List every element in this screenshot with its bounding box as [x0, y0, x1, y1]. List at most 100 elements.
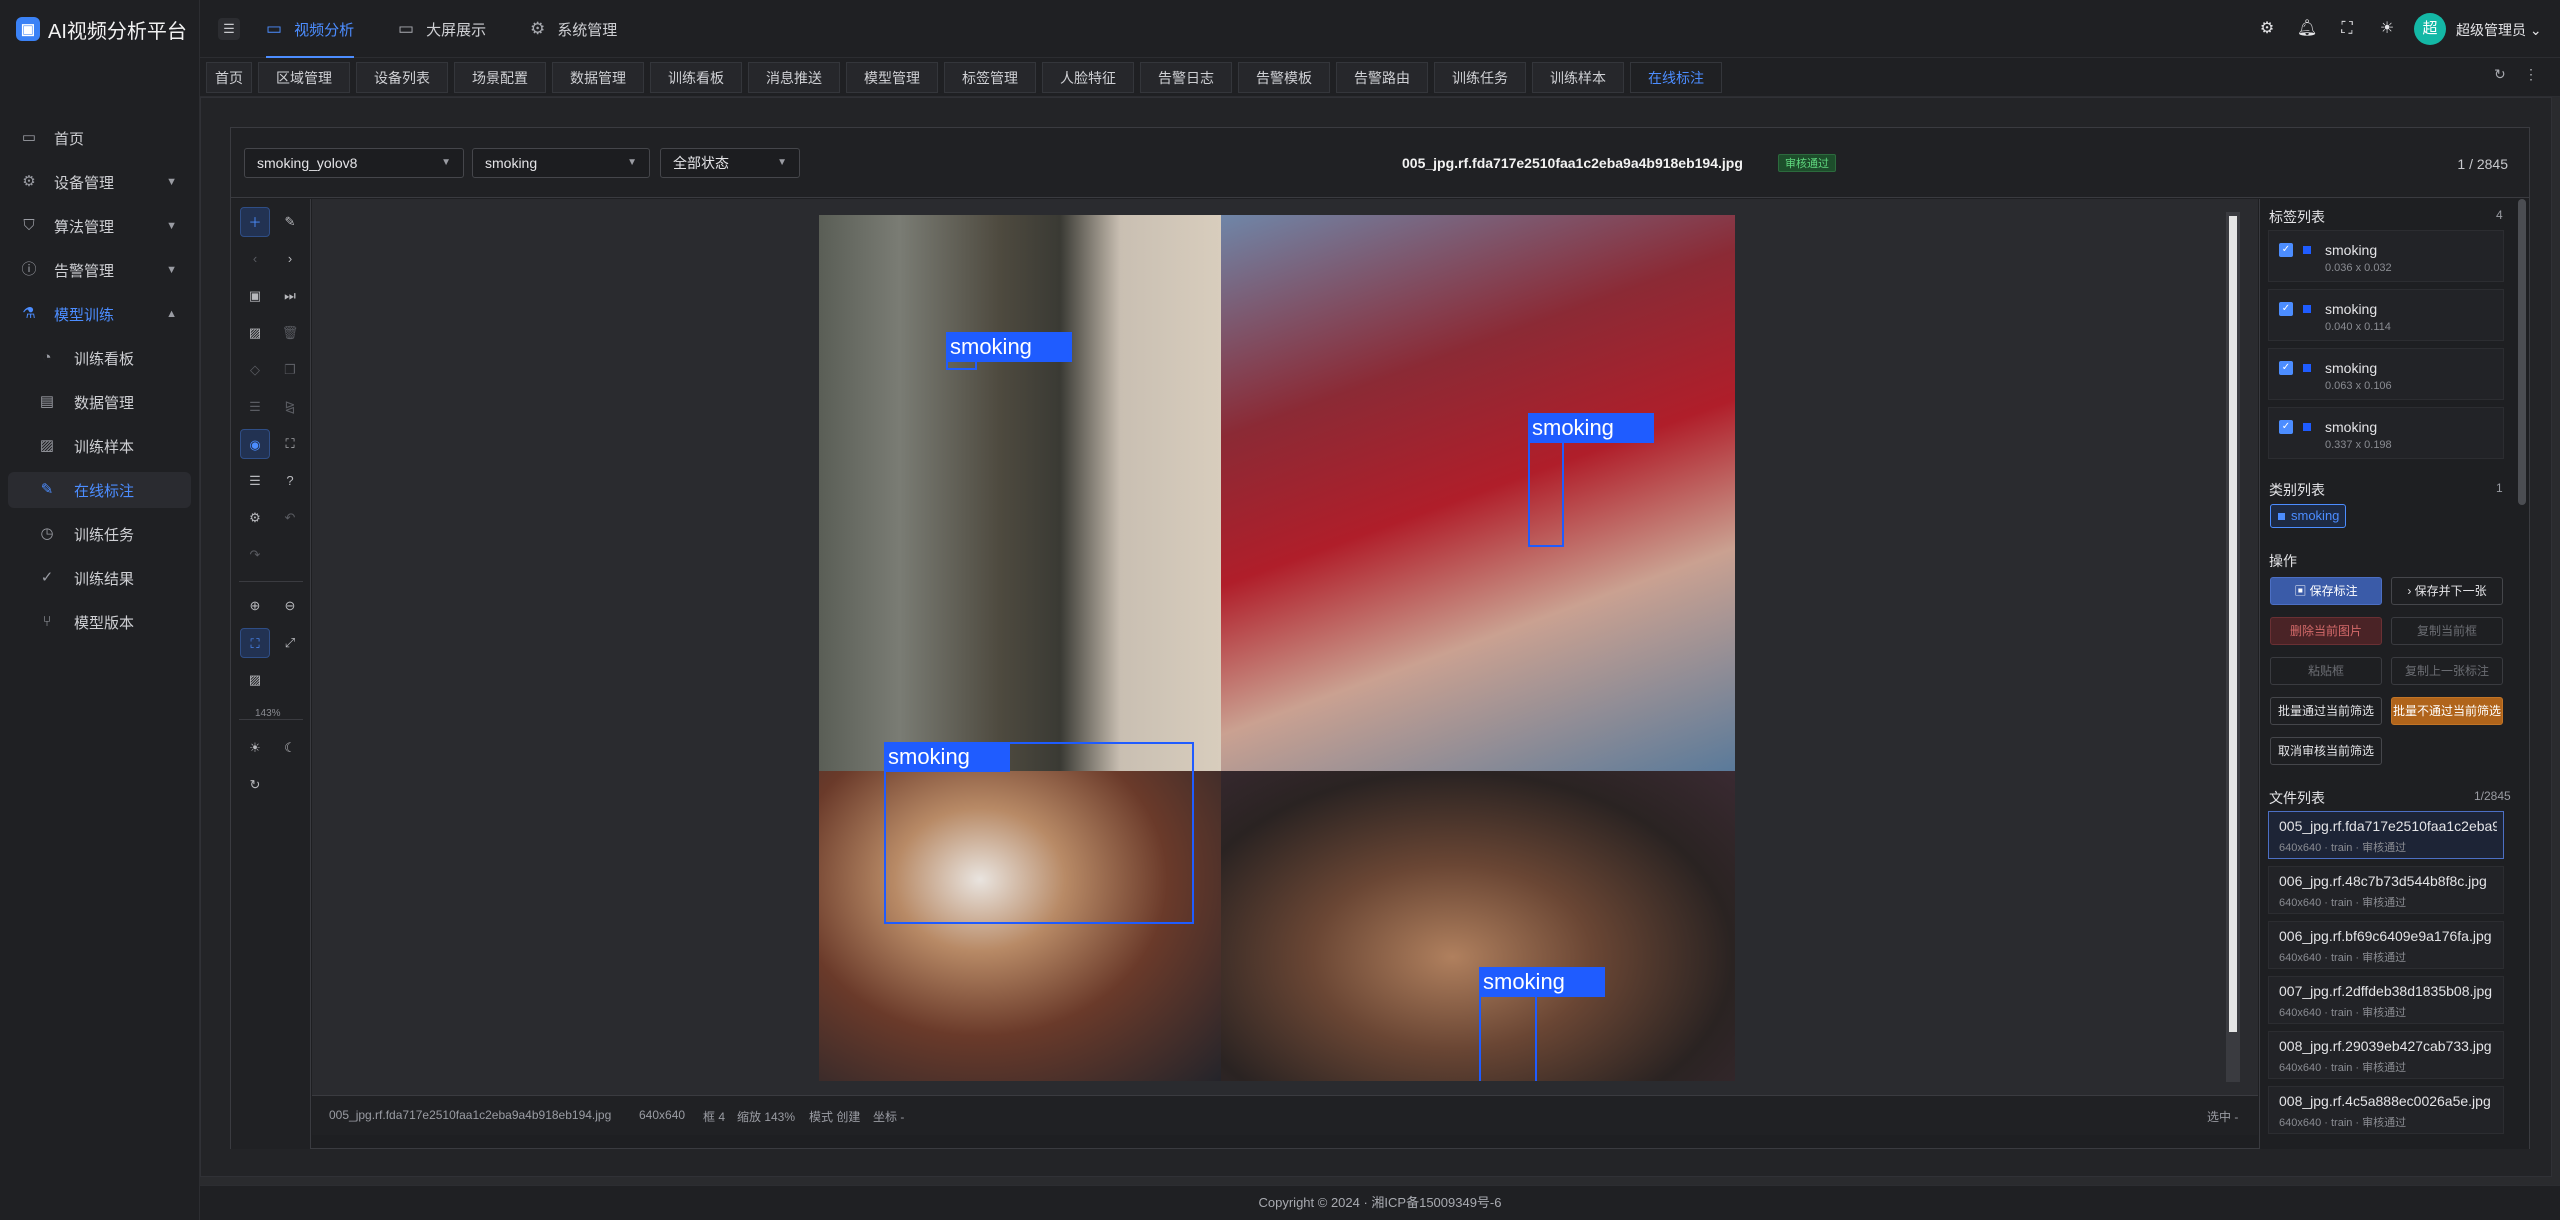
sidebar-item-home[interactable]: ▭ 首页: [8, 120, 191, 156]
tab-data-management[interactable]: 数据管理: [552, 62, 644, 93]
batch-fail-button[interactable]: 批量不通过当前筛选: [2391, 697, 2503, 725]
sidebar-item-online-annotation[interactable]: ✎ 在线标注: [8, 472, 191, 508]
dark-mode-icon[interactable]: ☾: [275, 733, 305, 763]
expand-icon[interactable]: ⤢: [275, 628, 305, 658]
tag-icon[interactable]: ◇: [240, 355, 270, 385]
settings-icon[interactable]: ⚙: [2255, 17, 2279, 41]
checkbox[interactable]: ✓: [2279, 302, 2293, 316]
skip-next-icon[interactable]: ⏭: [275, 281, 305, 311]
save-annotation-button[interactable]: ▣ 保存标注: [2270, 577, 2382, 605]
checkbox[interactable]: ✓: [2279, 243, 2293, 257]
cancel-review-button[interactable]: 取消审核当前筛选: [2270, 737, 2382, 765]
model-select[interactable]: smoking_yolov8 ▼: [244, 148, 464, 178]
settings-icon[interactable]: ⚙: [240, 503, 270, 533]
undo-icon[interactable]: ↶: [275, 503, 305, 533]
sidebar-item-algorithms[interactable]: ⛉ 算法管理 ▼: [8, 208, 191, 244]
tab-training-tasks[interactable]: 训练任务: [1434, 62, 1526, 93]
tab-training-samples[interactable]: 训练样本: [1532, 62, 1624, 93]
file-item[interactable]: 006_jpg.rf.48c7b73d544b8f8c.jpg 640x640 ·…: [2268, 866, 2504, 914]
label-item[interactable]: ✓ smoking 0.036 x 0.032: [2268, 230, 2504, 282]
label-item[interactable]: ✓ smoking 0.040 x 0.114: [2268, 289, 2504, 341]
zoom-out-icon[interactable]: ⊖: [275, 591, 305, 621]
sidebar-item-training-samples[interactable]: ▨ 训练样本: [8, 428, 191, 464]
topnav-big-screen[interactable]: ▭ 大屏展示: [398, 0, 486, 58]
status-select[interactable]: 全部状态 ▼: [660, 148, 800, 178]
bell-icon[interactable]: 🔔︎: [2295, 17, 2319, 41]
tab-alert-routing[interactable]: 告警路由: [1336, 62, 1428, 93]
save-icon[interactable]: ▣: [240, 281, 270, 311]
tab-model-management[interactable]: 模型管理: [846, 62, 938, 93]
batch-pass-button[interactable]: 批量通过当前筛选: [2270, 697, 2382, 725]
current-filename: 005_jpg.rf.fda717e2510faa1c2eba9a4b918eb…: [1402, 155, 1743, 171]
file-item[interactable]: 008_jpg.rf.29039eb427cab733.jpg 640x640 ·…: [2268, 1031, 2504, 1079]
sidebar-item-training-board[interactable]: ◔ 训练看板: [8, 340, 191, 376]
panel-scrollbar[interactable]: [2518, 199, 2526, 505]
file-item[interactable]: 006_jpg.rf.bf69c6409e9a176fa.jpg 640x640 …: [2268, 921, 2504, 969]
tab-home[interactable]: 首页: [206, 62, 252, 93]
edit-icon[interactable]: ✎: [275, 207, 305, 237]
app-logo[interactable]: ▣ AI视频分析平台: [0, 0, 199, 58]
avatar[interactable]: 超: [2414, 13, 2446, 45]
status-size: 640x640: [639, 1108, 686, 1122]
delete-image-button[interactable]: 删除当前图片: [2270, 617, 2382, 645]
fit-window-icon[interactable]: ⛶: [240, 628, 270, 658]
theme-sun-icon[interactable]: ☀: [2375, 17, 2399, 41]
tab-region-management[interactable]: 区域管理: [258, 62, 350, 93]
annotation-image[interactable]: smoking smoking smoking smoking: [819, 215, 1735, 1081]
tab-message-push[interactable]: 消息推送: [748, 62, 840, 93]
zoom-in-icon[interactable]: ⊕: [240, 591, 270, 621]
prev-image-icon[interactable]: ‹: [240, 244, 270, 274]
checkbox[interactable]: ✓: [2279, 361, 2293, 375]
save-and-next-button[interactable]: › 保存并下一张: [2391, 577, 2503, 605]
sidebar-item-training-tasks[interactable]: ◷ 训练任务: [8, 516, 191, 552]
copy-previous-button[interactable]: 复制上一张标注: [2391, 657, 2503, 685]
original-size-icon[interactable]: ▨: [240, 665, 270, 695]
reset-icon[interactable]: ↻: [240, 770, 270, 800]
label-select[interactable]: smoking ▼: [472, 148, 650, 178]
flip-icon[interactable]: ⧎: [275, 392, 305, 422]
sidebar-item-model-versions[interactable]: ⑂ 模型版本: [8, 604, 191, 640]
sidebar-item-model-training[interactable]: ⚗ 模型训练 ▲: [8, 296, 191, 332]
tab-scene-config[interactable]: 场景配置: [454, 62, 546, 93]
topnav-video-analysis[interactable]: ▭ 视频分析: [266, 0, 355, 58]
eye-icon[interactable]: ◉: [240, 429, 270, 459]
sidebar-item-training-results[interactable]: ✓ 训练结果: [8, 560, 191, 596]
canvas-scrollbar-thumb[interactable]: [2229, 216, 2237, 1032]
checkbox[interactable]: ✓: [2279, 420, 2293, 434]
redo-icon[interactable]: ↷: [240, 540, 270, 570]
next-image-icon[interactable]: ›: [275, 244, 305, 274]
label-item[interactable]: ✓ smoking 0.063 x 0.106: [2268, 348, 2504, 400]
sidebar-item-devices[interactable]: ⚙ 设备管理 ▼: [8, 164, 191, 200]
create-box-icon[interactable]: ＋: [240, 207, 270, 237]
copy-box-button[interactable]: 复制当前框: [2391, 617, 2503, 645]
collapse-menu-icon[interactable]: ☰: [218, 18, 240, 40]
file-item[interactable]: 008_jpg.rf.4c5a888ec0026a5e.jpg 640x640 ·…: [2268, 1086, 2504, 1134]
image-icon[interactable]: ▨: [240, 318, 270, 348]
help-icon[interactable]: ?: [275, 466, 305, 496]
tab-label-management[interactable]: 标签管理: [944, 62, 1036, 93]
tabs-more-icon[interactable]: ⋮: [2524, 66, 2538, 83]
brightness-icon[interactable]: ☀: [240, 733, 270, 763]
copy-icon[interactable]: ❐: [275, 355, 305, 385]
refresh-icon[interactable]: ↻: [2494, 66, 2506, 83]
user-menu[interactable]: 超级管理员 ⌄: [2456, 20, 2542, 40]
topnav-system-management[interactable]: ⚙ 系统管理: [530, 0, 617, 58]
tab-training-board[interactable]: 训练看板: [650, 62, 742, 93]
tab-alert-template[interactable]: 告警模板: [1238, 62, 1330, 93]
trash-icon[interactable]: 🗑︎: [275, 318, 305, 348]
tab-alert-log[interactable]: 告警日志: [1140, 62, 1232, 93]
paste-box-button[interactable]: 粘贴框: [2270, 657, 2382, 685]
file-item[interactable]: 005_jpg.rf.fda717e2510faa1c2eba9a4b918eb…: [2268, 811, 2504, 859]
category-tag[interactable]: smoking: [2270, 504, 2347, 528]
file-item[interactable]: 007_jpg.rf.2dffdeb38d1835b08.jpg 640x640 …: [2268, 976, 2504, 1024]
tab-online-annotation[interactable]: 在线标注: [1630, 62, 1722, 93]
tab-face-features[interactable]: 人脸特征: [1042, 62, 1134, 93]
sidebar-item-alerts[interactable]: ⓘ 告警管理 ▼: [8, 252, 191, 288]
label-item[interactable]: ✓ smoking 0.337 x 0.198: [2268, 407, 2504, 459]
list-icon[interactable]: ☰: [240, 392, 270, 422]
fit-screen-icon[interactable]: ⛶: [275, 429, 305, 459]
layers-icon[interactable]: ☰: [240, 466, 270, 496]
sidebar-item-data-management[interactable]: ▤ 数据管理: [8, 384, 191, 420]
tab-device-list[interactable]: 设备列表: [356, 62, 448, 93]
fullscreen-icon[interactable]: ⛶: [2335, 17, 2359, 41]
